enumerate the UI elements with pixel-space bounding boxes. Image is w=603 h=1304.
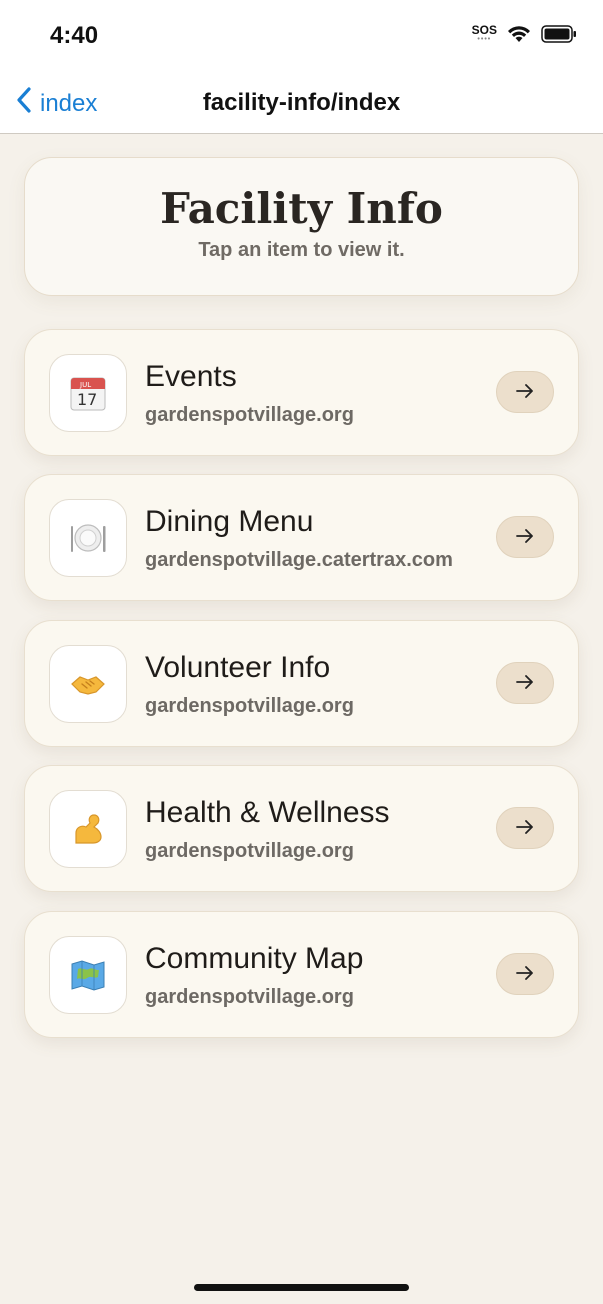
- item-url: gardenspotvillage.catertrax.com: [145, 549, 453, 571]
- list-item-dining-menu[interactable]: Dining Menu gardenspotvillage.catertrax.…: [24, 474, 579, 601]
- navigation-bar: index facility-info/index: [0, 72, 603, 134]
- home-indicator[interactable]: [194, 1284, 409, 1291]
- header-title: Facility Info: [160, 184, 443, 233]
- item-url: gardenspotvillage.org: [145, 695, 354, 717]
- item-title: Volunteer Info: [145, 651, 331, 684]
- list-item-health-wellness[interactable]: Health & Wellness gardenspotvillage.org: [24, 765, 579, 892]
- wifi-icon: [507, 25, 531, 43]
- handshake-icon: [49, 645, 127, 723]
- sos-label: SOS: [471, 23, 497, 37]
- item-url: gardenspotvillage.org: [145, 986, 354, 1008]
- item-url: gardenspotvillage.org: [145, 404, 354, 426]
- plate-cutlery-icon: [49, 499, 127, 577]
- calendar-icon: JUL 17: [49, 354, 127, 432]
- arrow-right-icon: [516, 526, 534, 549]
- page-title: facility-info/index: [202, 89, 401, 116]
- status-time: 4:40: [50, 22, 99, 49]
- open-arrow-button[interactable]: [496, 371, 554, 413]
- open-arrow-button[interactable]: [496, 516, 554, 558]
- signal-dots-icon: ••••: [477, 36, 492, 43]
- status-icons: SOS ••••: [472, 24, 577, 43]
- arrow-right-icon: [516, 672, 534, 695]
- item-url: gardenspotvillage.org: [145, 840, 354, 862]
- list-item-community-map[interactable]: Community Map gardenspotvillage.org: [24, 911, 579, 1038]
- list-item-events[interactable]: JUL 17 Events gardenspotvillage.org: [24, 329, 579, 456]
- item-title: Health & Wellness: [145, 796, 390, 829]
- svg-text:JUL: JUL: [79, 381, 91, 389]
- open-arrow-button[interactable]: [496, 953, 554, 995]
- item-title: Events: [145, 360, 237, 393]
- arrow-right-icon: [516, 963, 534, 986]
- list-item-volunteer-info[interactable]: Volunteer Info gardenspotvillage.org: [24, 620, 579, 747]
- flexed-biceps-icon: [49, 790, 127, 868]
- arrow-right-icon: [516, 381, 534, 404]
- status-bar: 4:40 SOS ••••: [0, 0, 603, 72]
- map-icon: [49, 936, 127, 1014]
- item-title: Dining Menu: [145, 505, 314, 538]
- open-arrow-button[interactable]: [496, 662, 554, 704]
- open-arrow-button[interactable]: [496, 807, 554, 849]
- battery-icon: [541, 24, 577, 43]
- arrow-right-icon: [516, 817, 534, 840]
- header-card: Facility Info Tap an item to view it.: [24, 157, 579, 296]
- header-subtitle: Tap an item to view it.: [198, 239, 405, 261]
- svg-text:17: 17: [77, 390, 97, 409]
- item-title: Community Map: [145, 942, 364, 975]
- sos-indicator: SOS ••••: [472, 24, 497, 43]
